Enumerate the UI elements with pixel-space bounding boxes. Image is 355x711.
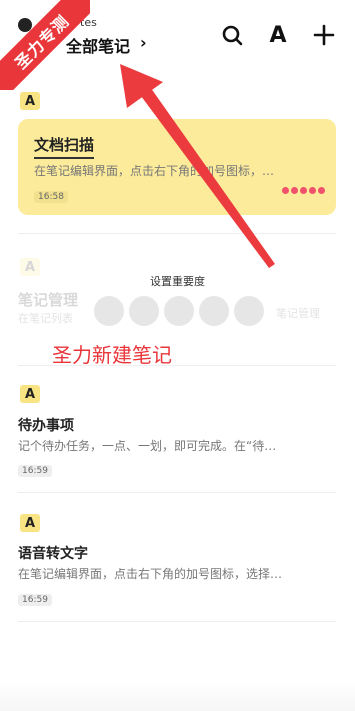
annotation-arrow-icon (120, 64, 275, 268)
